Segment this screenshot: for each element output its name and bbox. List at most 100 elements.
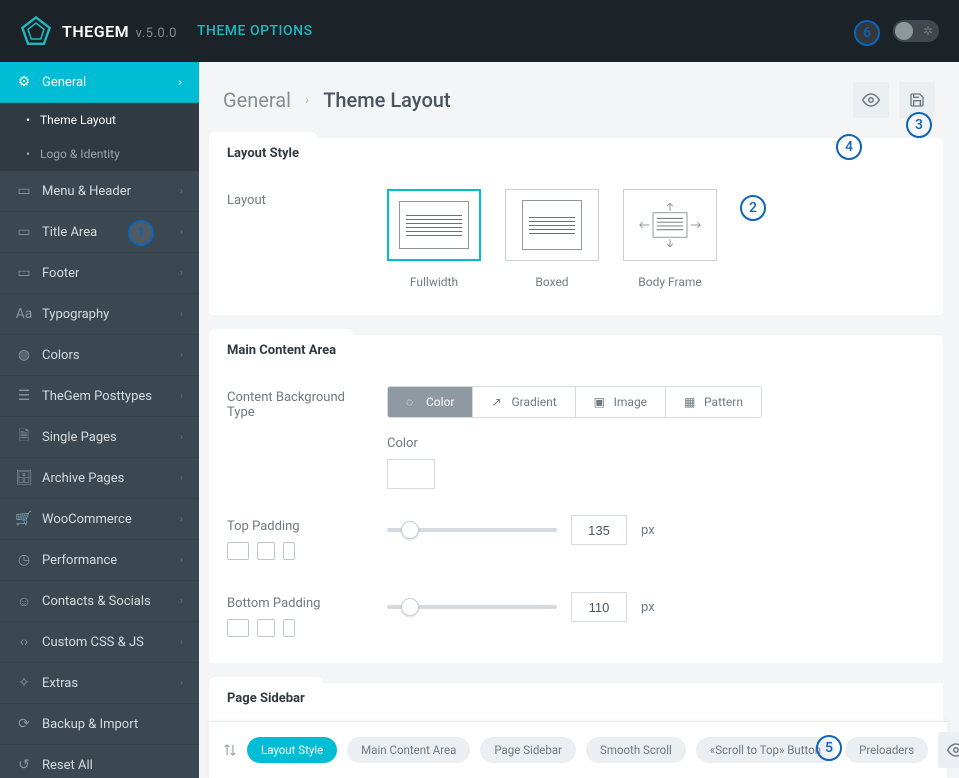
eye-icon bbox=[862, 91, 880, 109]
colors-icon: ◍ bbox=[16, 347, 32, 363]
sidebar-item-title-area[interactable]: ▭ Title Area › bbox=[0, 212, 199, 253]
chevron-right-icon: › bbox=[180, 555, 183, 566]
device-mobile[interactable] bbox=[283, 619, 295, 637]
top-padding-input[interactable] bbox=[571, 515, 627, 545]
gear-icon: ⚙ bbox=[16, 74, 32, 90]
nav-pill-main-content[interactable]: Main Content Area bbox=[347, 737, 470, 763]
breadcrumb-separator: › bbox=[305, 92, 309, 108]
pattern-icon: ▦ bbox=[684, 395, 698, 409]
chevron-right-icon: › bbox=[180, 350, 183, 361]
bg-type-pattern[interactable]: ▦Pattern bbox=[666, 387, 761, 417]
bg-type-image[interactable]: ▣Image bbox=[576, 387, 666, 417]
chevron-right-icon: › bbox=[180, 268, 183, 279]
sidebar-item-general[interactable]: ⚙ General ⌄ bbox=[0, 62, 199, 103]
sidebar-item-custom-css-js[interactable]: ‹› Custom CSS & JS › bbox=[0, 622, 199, 663]
device-tablet[interactable] bbox=[257, 542, 275, 560]
bottom-padding-input[interactable] bbox=[571, 592, 627, 622]
sidebar-item-reset-all[interactable]: ↺ Reset All bbox=[0, 745, 199, 778]
dark-mode-toggle[interactable]: ✲ bbox=[893, 20, 939, 42]
bottom-padding-slider[interactable] bbox=[387, 605, 557, 609]
title-icon: ▭ bbox=[16, 224, 32, 240]
sidebar-item-single-pages[interactable]: 🗎 Single Pages › bbox=[0, 417, 199, 458]
nav-pill-page-sidebar[interactable]: Page Sidebar bbox=[480, 737, 576, 763]
sidebar-submenu: Theme Layout Logo & Identity bbox=[0, 103, 199, 171]
panel-title: Main Content Area bbox=[209, 329, 354, 368]
unit-label: px bbox=[641, 600, 655, 615]
gauge-icon: ◷ bbox=[16, 552, 32, 568]
chevron-right-icon: › bbox=[180, 186, 183, 197]
sidebar-item-footer[interactable]: ▭ Footer › bbox=[0, 253, 199, 294]
panel-title: Page Sidebar bbox=[209, 677, 323, 716]
layout-option-fullwidth[interactable]: Fullwidth bbox=[387, 189, 481, 289]
bottom-preview-button[interactable] bbox=[938, 732, 959, 768]
sidebar-item-label: Menu & Header bbox=[42, 184, 170, 199]
bg-type-segmented: ◌Color ↗Gradient ▣Image ▦Pattern bbox=[387, 386, 762, 418]
layout-option-body-frame[interactable]: Body Frame bbox=[623, 189, 717, 289]
layout-option-label: Boxed bbox=[505, 275, 599, 289]
nav-pill-smooth-scroll[interactable]: Smooth Scroll bbox=[586, 737, 686, 763]
color-picker[interactable] bbox=[387, 459, 435, 489]
sidebar-sub-logo-identity[interactable]: Logo & Identity bbox=[0, 137, 199, 171]
device-selector bbox=[227, 619, 367, 637]
color-field-label: Color bbox=[387, 436, 762, 451]
save-icon bbox=[909, 92, 925, 108]
sidebar-item-extras[interactable]: ✧ Extras › bbox=[0, 663, 199, 704]
bottom-nav-bar: Layout Style Main Content Area Page Side… bbox=[209, 721, 947, 778]
unit-label: px bbox=[641, 523, 655, 538]
top-padding-label: Top Padding bbox=[227, 515, 367, 534]
sidebar-item-label: Typography bbox=[42, 307, 170, 322]
sidebar: ⚙ General ⌄ Theme Layout Logo & Identity… bbox=[0, 62, 199, 778]
sidebar-item-label: Contacts & Socials bbox=[42, 594, 170, 609]
save-button[interactable] bbox=[899, 82, 935, 118]
sidebar-item-performance[interactable]: ◷ Performance › bbox=[0, 540, 199, 581]
sidebar-item-label: Reset All bbox=[42, 758, 183, 773]
single-icon: 🗎 bbox=[16, 429, 32, 445]
device-desktop[interactable] bbox=[227, 542, 249, 560]
sidebar-sub-theme-layout[interactable]: Theme Layout bbox=[0, 103, 199, 137]
sidebar-item-label: Single Pages bbox=[42, 430, 170, 445]
sidebar-item-label: WooCommerce bbox=[42, 512, 170, 527]
panel-title: Layout Style bbox=[209, 132, 317, 171]
chevron-right-icon: › bbox=[180, 678, 183, 689]
brand-name: THEGEM v.5.0.0 bbox=[62, 22, 177, 41]
reset-icon: ↺ bbox=[16, 757, 32, 773]
cart-icon: 🛒 bbox=[16, 511, 32, 527]
chevron-right-icon: › bbox=[180, 473, 183, 484]
nav-pill-preloaders[interactable]: Preloaders bbox=[845, 737, 928, 763]
sidebar-item-menu-header[interactable]: ▭ Menu & Header › bbox=[0, 171, 199, 212]
sidebar-item-label: Footer bbox=[42, 266, 170, 281]
device-mobile[interactable] bbox=[283, 542, 295, 560]
droplet-icon: ◌ bbox=[406, 395, 420, 409]
preview-button[interactable] bbox=[853, 82, 889, 118]
device-tablet[interactable] bbox=[257, 619, 275, 637]
nav-pill-scroll-to-top[interactable]: «Scroll to Top» Button bbox=[696, 737, 835, 763]
device-desktop[interactable] bbox=[227, 619, 249, 637]
sidebar-item-label: Performance bbox=[42, 553, 170, 568]
image-icon: ▣ bbox=[594, 395, 608, 409]
panel-main-content-area: Main Content Area Content Background Typ… bbox=[209, 335, 943, 663]
layout-label: Layout bbox=[227, 189, 367, 208]
theme-options-link[interactable]: THEME OPTIONS bbox=[197, 23, 313, 39]
sidebar-item-backup-import[interactable]: ⟳ Backup & Import bbox=[0, 704, 199, 745]
contacts-icon: ☺ bbox=[16, 593, 32, 609]
layout-option-boxed[interactable]: Boxed bbox=[505, 189, 599, 289]
sidebar-item-woocommerce[interactable]: 🛒 WooCommerce › bbox=[0, 499, 199, 540]
menu-icon: ▭ bbox=[16, 183, 32, 199]
layout-option-label: Fullwidth bbox=[387, 275, 481, 289]
top-padding-slider[interactable] bbox=[387, 528, 557, 532]
sidebar-item-posttypes[interactable]: ☰ TheGem Posttypes › bbox=[0, 376, 199, 417]
sidebar-item-colors[interactable]: ◍ Colors › bbox=[0, 335, 199, 376]
sidebar-item-contacts-socials[interactable]: ☺ Contacts & Socials › bbox=[0, 581, 199, 622]
sort-icon[interactable] bbox=[223, 743, 237, 757]
nav-pill-layout-style[interactable]: Layout Style bbox=[247, 737, 337, 763]
bg-type-color[interactable]: ◌Color bbox=[388, 387, 473, 417]
sidebar-item-typography[interactable]: Aa Typography › bbox=[0, 294, 199, 335]
chevron-right-icon: › bbox=[180, 432, 183, 443]
bg-type-gradient[interactable]: ↗Gradient bbox=[473, 387, 575, 417]
panel-layout-style: Layout Style Layout Fullwidth Boxed bbox=[209, 138, 943, 315]
posts-icon: ☰ bbox=[16, 388, 32, 404]
sidebar-item-archive-pages[interactable]: 🗄 Archive Pages › bbox=[0, 458, 199, 499]
body-frame-icon bbox=[636, 200, 704, 250]
breadcrumb-root[interactable]: General bbox=[223, 88, 291, 112]
chevron-right-icon: › bbox=[180, 514, 183, 525]
